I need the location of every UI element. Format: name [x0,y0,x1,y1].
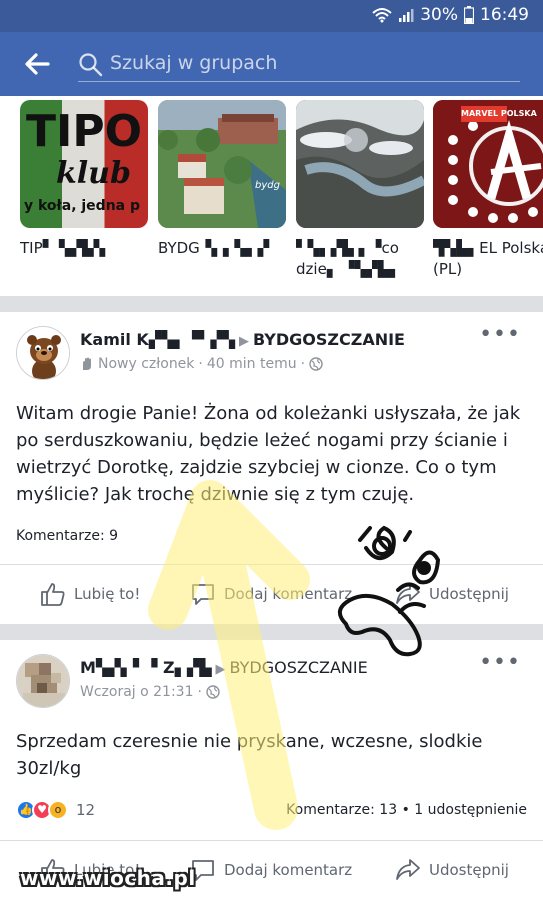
post-text: Witam drogie Panie! Żona od koleżanki us… [16,403,521,505]
comment-button[interactable]: Dodaj komentarz [190,857,352,883]
group-thumbnail: MARVEL POLSKA [433,100,543,228]
thumb-text: bydg [255,180,280,191]
thumb-text: MARVEL POLSKA [461,109,537,118]
more-options-icon[interactable]: ••• [479,322,521,347]
more-options-icon[interactable]: ••• [479,650,521,675]
author-name[interactable]: Kamil K▞▚▖▝▘▞▚ [80,330,235,349]
clock: 16:49 [480,5,529,25]
comments-count[interactable]: Komentarze: 9 [16,528,118,544]
avatar[interactable] [16,654,70,708]
reactions-summary[interactable]: 👍 ♥ o 12 [16,800,95,820]
like-button[interactable]: Lubię to! [40,581,140,607]
group-thumbnail: bydg [158,100,286,228]
thumbs-up-icon [41,583,65,606]
globe-icon [206,685,220,699]
share-icon [396,583,420,604]
divider [0,624,543,640]
search-icon [79,53,103,77]
battery-icon [464,6,474,24]
author-name[interactable]: M▚▞▖▘▝ Z▖▞▙ [80,658,212,677]
search-input[interactable]: Szukaj w grupach [78,50,520,82]
post-time[interactable]: 40 min temu [207,356,297,372]
share-label: Udostępnij [429,861,509,879]
comment-button[interactable]: Dodaj komentarz [190,581,352,607]
post-stats[interactable]: Komentarze: 13 • 1 udostępnienie [286,802,527,818]
group-card-bydgoszcz[interactable]: bydg BYDG▝▖▖▚▖▞ [158,100,286,280]
group-card-aerial[interactable]: ▘▚▖▞▙ ▖▝co dzie▖ ▝▚▞▙▖ [296,100,424,280]
post-author-line: M▚▞▖▘▝ Z▖▞▙ ▶ BYDGOSZCZANIE [80,658,368,677]
avatar[interactable] [16,326,70,380]
app-header: Szukaj w grupach [0,32,543,96]
post-card: Kamil K▞▚▖▝▘▞▚ ▶ BYDGOSZCZANIE Nowy człone… [0,312,543,624]
group-name: ▘▚▖▞▙ ▖▝co dzie▖ ▝▚▞▙▖ [296,239,401,278]
group-name: BYDG▝▖▖▚▖▞ [158,239,270,257]
hand-icon [83,357,91,370]
thumb-text: y koła, jedna p [24,198,141,214]
post-card: M▚▞▖▘▝ Z▖▞▙ ▶ BYDGOSZCZANIE Wczoraj o 21:3… [0,640,543,900]
group-name: ▜▚▙▖EL Polska (PL) [433,239,543,278]
reactions-count: 12 [76,801,96,819]
post-author-line: Kamil K▞▚▖▝▘▞▚ ▶ BYDGOSZCZANIE [80,330,405,349]
post-actions: Lubię to! Dodaj komentarz Udostępnij [0,564,543,620]
back-arrow-icon[interactable] [20,47,54,81]
group-link[interactable]: BYDGOSZCZANIE [230,658,368,677]
share-button[interactable]: Udostępnij [395,857,509,883]
search-placeholder: Szukaj w grupach [110,52,278,74]
arrow-icon: ▶ [215,662,226,677]
comment-label: Dodaj komentarz [224,861,353,879]
comment-icon [192,584,214,605]
dot-separator: · [300,356,306,372]
like-label: Lubię to! [74,585,141,603]
group-thumbnail [296,100,424,228]
member-role: Nowy członek [98,356,195,372]
dot-separator: · [197,684,202,700]
group-name: TIP▘ ▚▞▙▚ [20,239,106,257]
thumb-text: TIPO [26,106,143,157]
post-text: Sprzedam czeresnie nie pryskane, wczesne… [16,731,483,779]
share-icon [396,859,420,880]
share-button[interactable]: Udostępnij [395,581,509,607]
watermark: www.wiocha.pl [20,866,196,890]
group-card-tipo[interactable]: TIPO klub y koła, jedna p TIP▘ ▚▞▙▚ [20,100,148,280]
status-bar: 30% 16:49 [0,0,543,32]
wifi-icon [372,8,392,23]
group-link[interactable]: BYDGOSZCZANIE [253,330,405,349]
group-card-marvel[interactable]: MARVEL POLSKA ▜▚▙▖EL Polska (PL) [433,100,543,280]
globe-icon [309,357,323,371]
signal-icon [399,9,414,22]
post-meta: Nowy członek · 40 min temu · [80,356,323,372]
post-meta: Wczoraj o 21:31 · [80,684,220,700]
groups-carousel: TIPO klub y koła, jedna p TIP▘ ▚▞▙▚ bydg… [0,96,543,296]
thumb-text: klub [56,156,131,191]
group-thumbnail: TIPO klub y koła, jedna p [20,100,148,228]
dot-separator: · [198,356,203,372]
arrow-icon: ▶ [238,334,249,349]
screen: 30% 16:49 Szukaj w grupach TIPO klub y k… [0,0,543,900]
divider [0,296,543,312]
comment-label: Dodaj komentarz [224,585,353,603]
share-label: Udostępnij [429,585,509,603]
battery-level: 30% [420,5,458,25]
wow-reaction-icon: o [48,800,68,820]
post-time[interactable]: Wczoraj o 21:31 [80,684,194,700]
